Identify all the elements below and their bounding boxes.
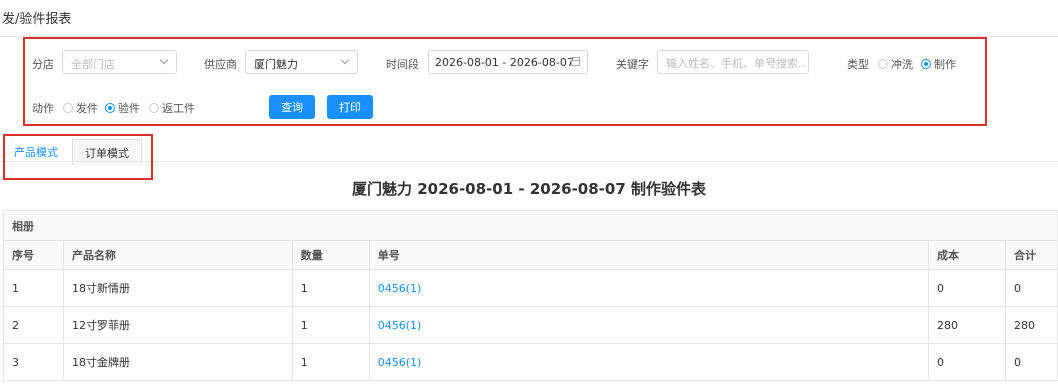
cost: 0: [928, 343, 1006, 381]
total: 280: [1004, 306, 1058, 344]
product-name: 18寸金牌册: [62, 343, 293, 381]
column-header: 成本: [928, 240, 1006, 270]
order-number-link[interactable]: 0456(1): [378, 356, 422, 369]
table-row: 2 12寸罗菲册 1 0456(1) 280 280: [3, 306, 1058, 344]
order-number-link[interactable]: 0456(1): [378, 282, 422, 295]
quantity: 1: [291, 269, 370, 307]
row-index: 3: [3, 343, 64, 381]
cost: 0: [928, 269, 1006, 307]
filter-highlight-box: [23, 37, 987, 126]
table-header-row: 序号 产品名称 数量 单号 成本 合计: [3, 240, 1058, 270]
report-table: 相册 序号 产品名称 数量 单号 成本 合计 1 18寸新情册 1 0456(1…: [3, 210, 1058, 381]
column-header: 合计: [1004, 240, 1058, 270]
order-number-cell: 0456(1): [368, 269, 930, 307]
table-row: 1 18寸新情册 1 0456(1) 0 0: [3, 269, 1058, 307]
cost: 280: [928, 306, 1006, 344]
product-name: 12寸罗菲册: [62, 306, 293, 344]
product-name: 18寸新情册: [62, 269, 293, 307]
order-number-link[interactable]: 0456(1): [378, 319, 422, 332]
table-row: 3 18寸金牌册 1 0456(1) 0 0: [3, 343, 1058, 381]
total: 0: [1004, 269, 1058, 307]
report-title: 厦门魅力 2026-08-01 - 2026-08-07 制作验件表: [351, 180, 706, 198]
column-header: 单号: [368, 240, 930, 270]
quantity: 1: [291, 343, 370, 381]
column-header: 产品名称: [62, 240, 293, 270]
column-header: 数量: [291, 240, 370, 270]
total: 0: [1004, 343, 1058, 381]
row-index: 1: [3, 269, 64, 307]
tab-divider: [0, 161, 1058, 162]
order-number-cell: 0456(1): [368, 343, 930, 381]
page-title: 发/验件报表: [2, 12, 72, 27]
row-index: 2: [3, 306, 64, 344]
table-group-row: 相册: [3, 210, 1058, 241]
quantity: 1: [291, 306, 370, 344]
column-header: 序号: [3, 240, 64, 270]
order-number-cell: 0456(1): [368, 306, 930, 344]
table-group-label: 相册: [3, 210, 1058, 241]
tabs-highlight-box: [3, 134, 153, 180]
